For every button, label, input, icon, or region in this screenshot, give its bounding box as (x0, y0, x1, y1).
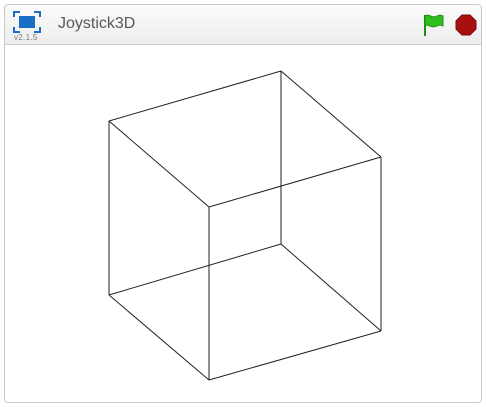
stage-canvas[interactable] (5, 45, 481, 402)
stop-sign-icon[interactable] (455, 14, 477, 36)
cube-edge (280, 243, 382, 332)
cube-edge (108, 243, 282, 296)
cube-edge (208, 156, 382, 208)
green-flag-icon[interactable] (421, 13, 445, 37)
version-label: v2.1.5 (14, 33, 38, 42)
player-header: v2.1.5 Joystick3D (5, 5, 481, 45)
cube-edge (108, 294, 210, 381)
cube-edge (208, 330, 382, 381)
cube-edge (108, 120, 210, 208)
cube-edge (280, 70, 382, 158)
wireframe-cube (108, 70, 382, 381)
project-title: Joystick3D (58, 15, 136, 32)
cube-edge (108, 70, 282, 122)
fullscreen-icon[interactable] (13, 11, 41, 33)
player-window: v2.1.5 Joystick3D (4, 4, 482, 403)
